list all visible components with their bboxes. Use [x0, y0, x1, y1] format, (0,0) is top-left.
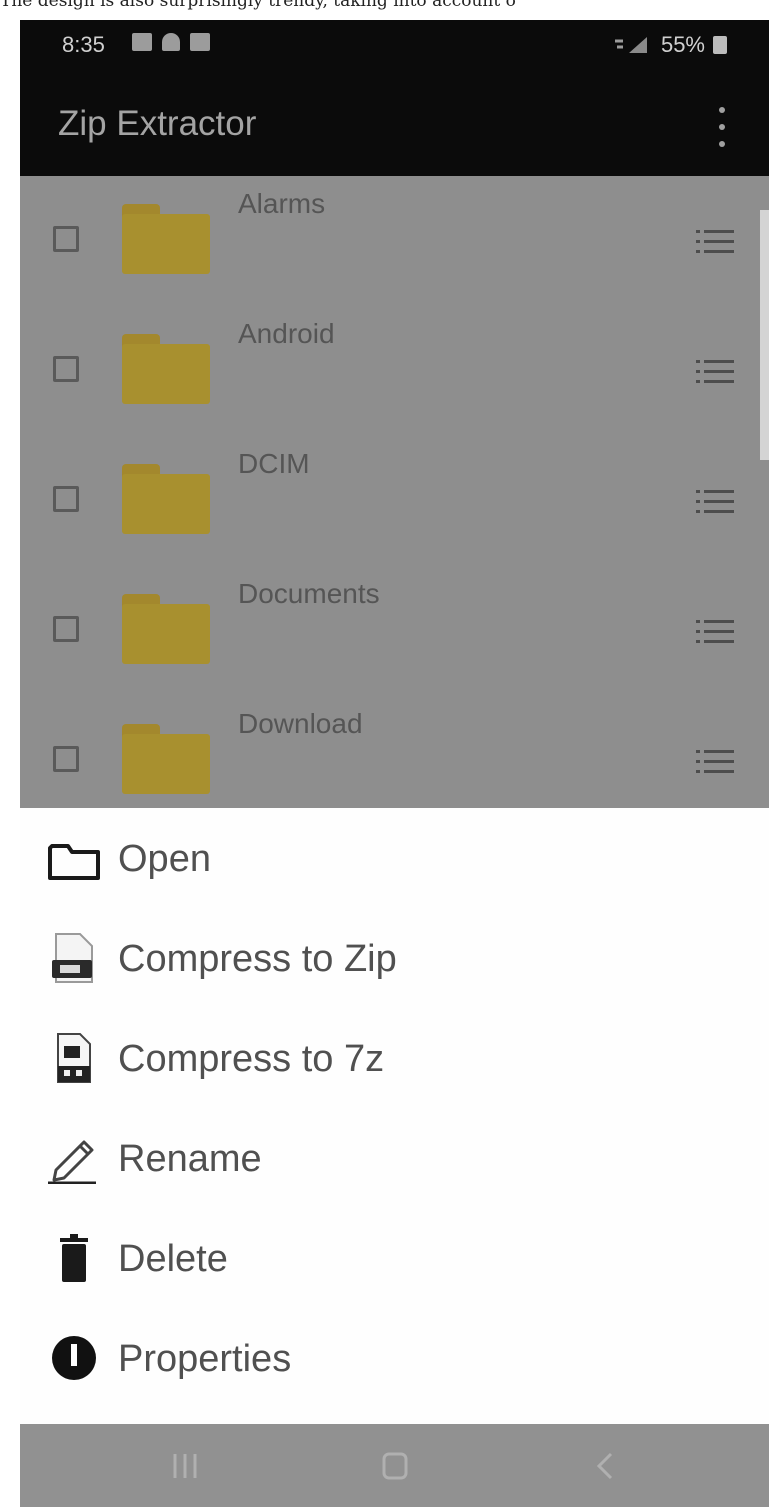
folder-icon	[122, 334, 210, 404]
recents-icon[interactable]	[155, 1446, 215, 1486]
folder-icon	[122, 594, 210, 664]
file-name: Documents	[238, 578, 380, 609]
scrollbar[interactable]	[760, 210, 769, 460]
gallery-icon	[132, 33, 152, 51]
message-icon	[190, 33, 210, 51]
file-name: Download	[238, 708, 363, 739]
signal-icon	[614, 37, 647, 53]
navigation-bar	[20, 1424, 769, 1507]
item-menu-icon[interactable]	[696, 620, 736, 644]
menu-item-rename[interactable]: Rename	[20, 1108, 769, 1208]
checkbox[interactable]	[53, 746, 79, 772]
item-menu-icon[interactable]	[696, 490, 736, 514]
pencil-icon	[48, 1140, 96, 1184]
context-menu-sheet: Open Compress to Zip Compress to 7z Rena…	[20, 808, 769, 1424]
menu-item-properties[interactable]: Properties	[20, 1308, 769, 1408]
folder-icon	[122, 204, 210, 274]
file-name: DCIM	[238, 448, 310, 479]
menu-item-label: Rename	[118, 1138, 262, 1180]
status-time: 8:35	[62, 32, 105, 57]
folder-icon	[122, 724, 210, 794]
list-item[interactable]: Documents	[20, 566, 769, 696]
item-menu-icon[interactable]	[696, 360, 736, 384]
info-icon	[52, 1336, 96, 1380]
notification-icons	[132, 33, 210, 51]
checkbox[interactable]	[53, 356, 79, 382]
battery-icon	[713, 36, 727, 54]
item-menu-icon[interactable]	[696, 230, 736, 254]
file-name: Android	[238, 318, 335, 349]
notification-icon	[162, 33, 180, 51]
folder-open-icon	[48, 844, 100, 880]
status-right: 55%	[613, 32, 727, 58]
folder-icon	[122, 464, 210, 534]
zip-file-icon	[52, 933, 93, 983]
menu-item-label: Delete	[118, 1238, 228, 1280]
trash-icon	[60, 1234, 88, 1282]
list-item[interactable]: Android	[20, 306, 769, 436]
menu-item-label: Properties	[118, 1338, 292, 1380]
list-item[interactable]: Download	[20, 696, 769, 808]
page-caption: The design is also surprisingly trendy, …	[0, 0, 769, 20]
battery-percent: 55%	[660, 32, 705, 57]
back-icon[interactable]	[575, 1446, 635, 1486]
phone-screen: 8:35 55% Zip Extractor Alarms Android DC…	[20, 20, 769, 1507]
checkbox[interactable]	[53, 616, 79, 642]
menu-item-label: Compress to 7z	[118, 1038, 385, 1080]
status-bar: 8:35 55%	[20, 20, 769, 72]
menu-item-label: Compress to Zip	[118, 938, 397, 980]
more-vert-icon[interactable]	[710, 102, 734, 152]
file-list: Alarms Android DCIM Documents Download	[20, 176, 769, 808]
menu-item-open[interactable]: Open	[20, 808, 769, 908]
checkbox[interactable]	[53, 226, 79, 252]
list-item[interactable]: DCIM	[20, 436, 769, 566]
list-item[interactable]: Alarms	[20, 176, 769, 306]
7z-file-icon	[57, 1033, 91, 1083]
menu-item-label: Open	[118, 838, 211, 880]
menu-item-compress-7z[interactable]: Compress to 7z	[20, 1008, 769, 1108]
file-name: Alarms	[238, 188, 326, 219]
item-menu-icon[interactable]	[696, 750, 736, 774]
menu-item-compress-zip[interactable]: Compress to Zip	[20, 908, 769, 1008]
app-title: Zip Extractor	[58, 104, 257, 143]
checkbox[interactable]	[53, 486, 79, 512]
home-icon[interactable]	[365, 1446, 425, 1486]
menu-item-delete[interactable]: Delete	[20, 1208, 769, 1308]
app-bar: Zip Extractor	[20, 72, 769, 176]
